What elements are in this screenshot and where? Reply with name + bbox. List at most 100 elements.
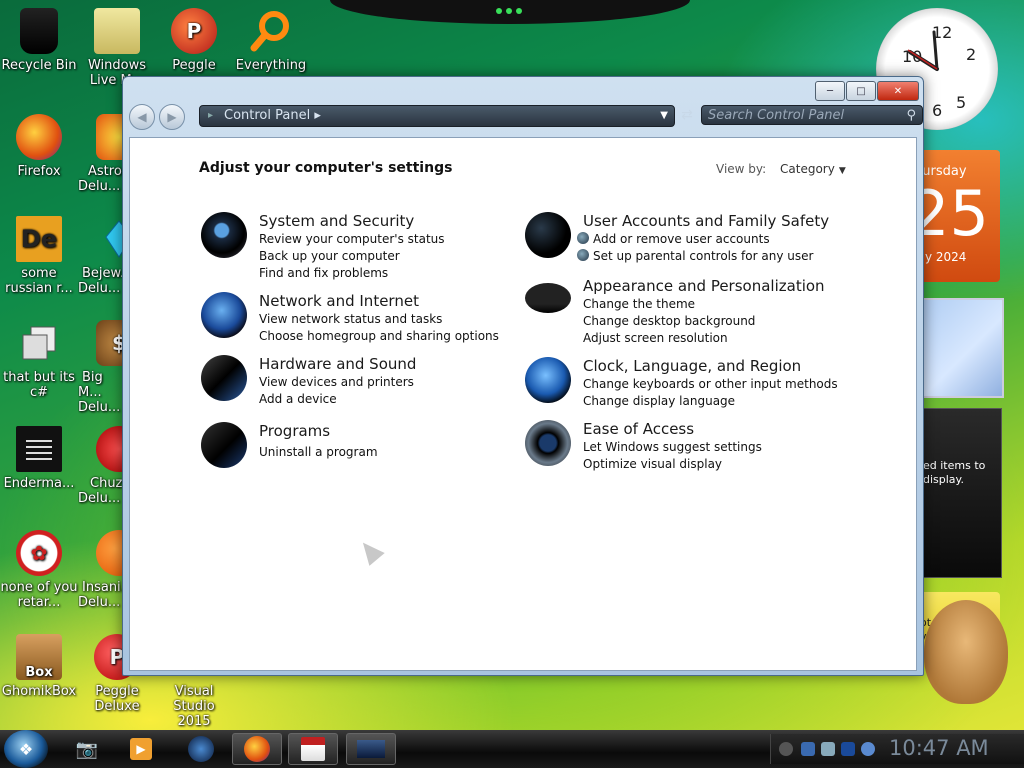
close-button[interactable]: ✕ bbox=[877, 81, 919, 101]
feed-text-line: ed items to bbox=[923, 459, 986, 472]
desktop-icon-everything[interactable]: Everything bbox=[232, 4, 310, 73]
taskbar-media-player-icon[interactable]: ▶ bbox=[116, 733, 166, 765]
desktop-icon-label: Recycle Bin bbox=[1, 58, 77, 73]
appearance-monitor-icon[interactable] bbox=[525, 283, 571, 313]
category-link[interactable]: Back up your computer bbox=[259, 248, 445, 265]
everything-search-icon bbox=[248, 8, 294, 54]
category-title[interactable]: User Accounts and Family Safety bbox=[583, 212, 829, 230]
category-link[interactable]: Change the theme bbox=[583, 296, 755, 313]
forward-button[interactable]: ▶ bbox=[159, 104, 185, 130]
stack-icon bbox=[16, 320, 62, 366]
desktop-icon-stack[interactable]: that but its c# bbox=[0, 316, 78, 400]
taskbar-globe-icon[interactable] bbox=[176, 733, 226, 765]
address-dropdown-icon[interactable]: ▼ bbox=[660, 106, 668, 126]
desktop-icon-de-app[interactable]: De some russian r... bbox=[0, 212, 78, 296]
refresh-icon[interactable]: ⇄ bbox=[677, 105, 697, 125]
start-button[interactable]: ❖ bbox=[4, 730, 48, 768]
desktop-icon-label: some russian r... bbox=[5, 266, 73, 296]
tray-app-icon[interactable] bbox=[801, 742, 815, 756]
firefox-icon bbox=[16, 114, 62, 160]
back-button[interactable]: ◀ bbox=[129, 104, 155, 130]
taskbar-office-icon[interactable] bbox=[288, 733, 338, 765]
category-link[interactable]: Uninstall a program bbox=[259, 444, 378, 461]
category-link[interactable]: Change desktop background bbox=[583, 313, 755, 330]
system-security-icon[interactable] bbox=[201, 212, 247, 258]
category-link[interactable]: Choose homegroup and sharing options bbox=[259, 328, 499, 345]
category-link[interactable]: View network status and tasks bbox=[259, 311, 499, 328]
window-controls: ─ □ ✕ bbox=[815, 81, 919, 101]
control-panel-crumb-icon: ▸ bbox=[208, 110, 214, 121]
taskbar-firefox-icon[interactable] bbox=[232, 733, 282, 765]
search-icon[interactable]: ⚲ bbox=[906, 106, 916, 126]
category-title[interactable]: System and Security bbox=[259, 212, 414, 230]
maximize-button[interactable]: □ bbox=[846, 81, 876, 101]
navigation-bar: ◀ ▶ ▸ Control Panel ▸ ▼ ⇄ Search Control… bbox=[129, 103, 923, 130]
category-title[interactable]: Appearance and Personalization bbox=[583, 277, 825, 295]
minimize-button[interactable]: ─ bbox=[815, 81, 845, 101]
tray-monitor-icon[interactable] bbox=[841, 742, 855, 756]
desktop-icon-bejeweled[interactable]: Bejew... Delu... bbox=[78, 212, 124, 296]
desktop-icon-firefox[interactable]: Firefox bbox=[0, 110, 78, 179]
svg-text:5: 5 bbox=[956, 93, 966, 112]
desktop-icon-big-money[interactable]: $ Big M... Delu... bbox=[78, 316, 124, 415]
bejeweled-icon bbox=[96, 216, 124, 262]
category-title[interactable]: Ease of Access bbox=[583, 420, 694, 438]
tray-eye-icon[interactable] bbox=[779, 742, 793, 756]
programs-icon[interactable] bbox=[201, 422, 247, 468]
ghomikbox-icon: Box bbox=[16, 634, 62, 680]
ease-of-access-icon[interactable] bbox=[525, 420, 571, 466]
desktop-icon-label: that but its c# bbox=[3, 370, 75, 400]
category-link[interactable]: Set up parental controls for any user bbox=[577, 248, 813, 265]
category-title[interactable]: Network and Internet bbox=[259, 292, 419, 310]
network-globe-icon[interactable] bbox=[201, 292, 247, 338]
category-link[interactable]: Add a device bbox=[259, 391, 414, 408]
category-title[interactable]: Clock, Language, and Region bbox=[583, 357, 801, 375]
astro-game-icon bbox=[96, 114, 124, 160]
view-by-label: View by: bbox=[716, 162, 767, 176]
desktop-icon-label: Visual Studio 2015 bbox=[173, 684, 215, 729]
search-placeholder: Search Control Panel bbox=[708, 108, 845, 123]
category-link[interactable]: Add or remove user accounts bbox=[577, 231, 813, 248]
hamster-mascot bbox=[924, 600, 1008, 704]
desktop-icon-peggle[interactable]: P Peggle bbox=[155, 4, 233, 73]
taskbar-explorer-icon[interactable]: 📷 bbox=[62, 733, 112, 765]
search-input[interactable]: Search Control Panel ⚲ bbox=[701, 105, 923, 125]
category-title[interactable]: Hardware and Sound bbox=[259, 355, 416, 373]
desktop-icon-chuzzle[interactable]: Chuz... Delu... bbox=[78, 422, 124, 506]
tray-network-icon[interactable] bbox=[861, 742, 875, 756]
user-accounts-icon[interactable] bbox=[525, 212, 571, 258]
shield-icon bbox=[577, 232, 589, 244]
taskbar-clock[interactable]: 10:47 AM bbox=[889, 736, 989, 760]
desktop-icon-label: GhomikBox bbox=[1, 684, 77, 699]
clock-globe-icon[interactable] bbox=[525, 357, 571, 403]
category-link[interactable]: View devices and printers bbox=[259, 374, 414, 391]
taskbar-control-panel-icon[interactable] bbox=[346, 733, 396, 765]
view-by-dropdown[interactable]: Category ▼ bbox=[780, 162, 846, 176]
desktop-icon-ghomikbox[interactable]: Box GhomikBox bbox=[0, 630, 78, 699]
desktop-icon-label: Enderma... bbox=[3, 476, 75, 491]
breadcrumb[interactable]: Control Panel ▸ bbox=[224, 106, 321, 126]
desktop-icon-dino[interactable]: ✿ none of you retar... bbox=[0, 526, 78, 610]
shield-icon bbox=[577, 249, 589, 261]
category-link[interactable]: Find and fix problems bbox=[259, 265, 445, 282]
desktop-icon-label: Peggle bbox=[172, 58, 216, 73]
category-link[interactable]: Optimize visual display bbox=[583, 456, 762, 473]
category-title[interactable]: Programs bbox=[259, 422, 330, 440]
category-link[interactable]: Adjust screen resolution bbox=[583, 330, 755, 347]
category-link[interactable]: Let Windows suggest settings bbox=[583, 439, 762, 456]
enderman-icon bbox=[16, 426, 62, 472]
tray-settings-icon[interactable] bbox=[821, 742, 835, 756]
desktop-icon-enderman[interactable]: Enderma... bbox=[0, 422, 78, 491]
hardware-sound-icon[interactable] bbox=[201, 355, 247, 401]
control-panel-window: ─ □ ✕ ◀ ▶ ▸ Control Panel ▸ ▼ ⇄ Search C… bbox=[122, 76, 924, 676]
category-link[interactable]: Change display language bbox=[583, 393, 838, 410]
desktop-icon-insaniquarium[interactable]: Insani... Delu... bbox=[78, 526, 124, 610]
desktop-icon-recycle-bin[interactable]: Recycle Bin bbox=[0, 4, 78, 73]
desktop-icon-astro[interactable]: Astro... Delu... bbox=[78, 110, 124, 194]
system-tray: 10:47 AM bbox=[770, 734, 1024, 764]
address-bar[interactable]: ▸ Control Panel ▸ ▼ bbox=[199, 105, 675, 127]
insaniquarium-icon bbox=[96, 530, 124, 576]
category-link[interactable]: Change keyboards or other input methods bbox=[583, 376, 838, 393]
category-link[interactable]: Review your computer's status bbox=[259, 231, 445, 248]
view-by-control: View by: Category ▼ bbox=[716, 162, 846, 176]
